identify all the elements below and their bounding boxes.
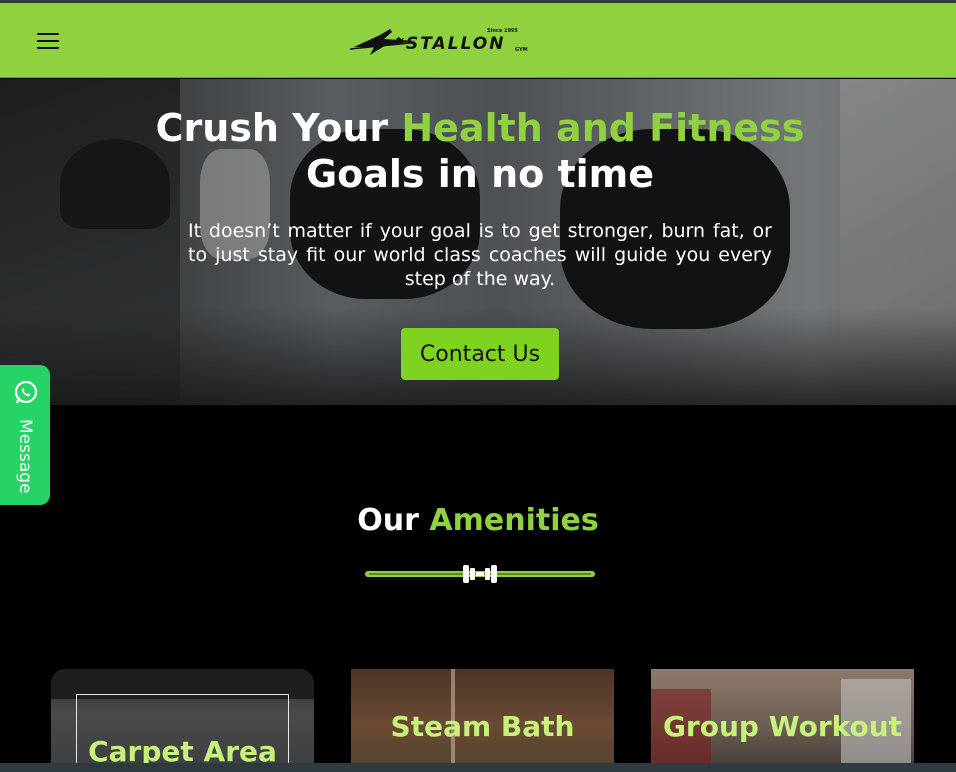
hero-title-white-2: Goals in no time	[305, 152, 655, 196]
contact-us-button[interactable]: Contact Us	[401, 328, 559, 380]
amenities-title-green: Amenities	[429, 503, 599, 538]
hero-subtitle: It doesn’t matter if your goal is to get…	[188, 220, 772, 290]
whatsapp-icon	[14, 380, 38, 404]
whatsapp-message-tab[interactable]: Message	[0, 365, 50, 505]
amenity-card-title: Steam Bath	[390, 710, 575, 743]
hero-title-white: Crush Your	[155, 106, 402, 150]
logo-since-text: Since 1995	[487, 28, 518, 34]
amenities-title-white: Our	[357, 503, 430, 538]
hero-title: Crush Your Health and Fitness Goals in n…	[140, 105, 820, 197]
amenity-card-carpet-area[interactable]: Carpet Area	[51, 669, 314, 772]
amenity-card-steam-bath[interactable]: Steam Bath	[351, 669, 614, 772]
hero-banner: Crush Your Health and Fitness Goals in n…	[0, 79, 956, 405]
stallon-gym-logo[interactable]: STALLON Since 1995 GYM	[349, 23, 530, 61]
bottom-scroll-bar	[0, 763, 956, 772]
logo-gym-text: GYM	[515, 47, 528, 53]
hamburger-menu-icon[interactable]	[37, 31, 59, 51]
logo-brand-text: STALLON	[406, 34, 506, 54]
dumbbell-divider-icon	[365, 565, 595, 583]
site-header: STALLON Since 1995 GYM	[0, 3, 956, 78]
message-label: Message	[15, 419, 35, 494]
amenity-card-group-workout[interactable]: Group Workout	[651, 669, 914, 772]
hero-title-green: Health and Fitness	[401, 106, 805, 150]
amenity-card-title: Group Workout	[662, 710, 903, 743]
amenities-title: Our Amenities	[0, 503, 956, 538]
